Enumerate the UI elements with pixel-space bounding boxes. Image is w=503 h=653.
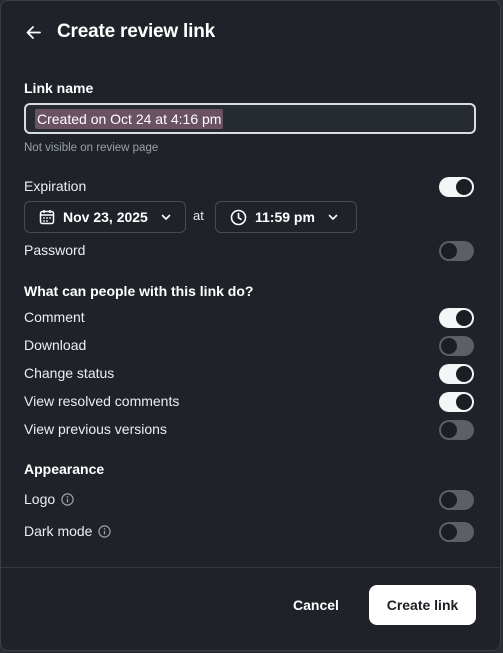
permission-change-status-toggle[interactable] [439,364,474,384]
permission-comment-label: Comment [24,309,85,325]
cancel-button[interactable]: Cancel [281,586,351,624]
permission-view-resolved-toggle[interactable] [439,392,474,412]
calendar-icon [39,210,55,225]
link-name-hint: Not visible on review page [24,142,159,154]
permission-view-previous-label: View previous versions [24,421,167,437]
footer-divider [1,567,500,568]
dialog-title: Create review link [57,21,215,42]
arrow-left-icon [26,25,41,39]
create-review-link-dialog: Create review link Link name Created on … [0,0,501,651]
info-icon[interactable] [98,524,112,538]
permission-change-status-label: Change status [24,365,115,381]
link-name-label: Link name [24,80,94,96]
expiration-date-select[interactable]: Nov 23, 2025 [24,201,186,233]
link-name-value: Created on Oct 24 at 4:16 pm [35,108,224,129]
clock-icon [230,209,247,225]
expiration-time-select[interactable]: 11:59 pm [215,201,357,233]
appearance-dark-mode-label: Dark mode [24,523,93,539]
appearance-logo-toggle[interactable] [439,490,474,510]
appearance-logo-label: Logo [24,491,56,507]
appearance-dark-mode-toggle[interactable] [439,522,474,542]
permissions-heading: What can people with this link do? [24,283,254,299]
permission-view-resolved-label: View resolved comments [24,393,180,409]
permission-download-label: Download [24,337,87,353]
permission-comment-toggle[interactable] [439,308,474,328]
expiration-toggle[interactable] [439,177,474,197]
info-icon[interactable] [61,492,74,506]
expiration-label: Expiration [24,178,87,194]
permission-view-previous-toggle[interactable] [439,420,474,440]
dialog-header: Create review link [23,18,215,46]
create-link-button[interactable]: Create link [369,585,476,625]
at-text: at [193,208,204,223]
password-label: Password [24,242,86,258]
appearance-heading: Appearance [24,461,105,477]
chevron-down-icon [161,214,171,220]
link-name-input[interactable]: Created on Oct 24 at 4:16 pm [24,103,476,134]
appearance-logo-row: Logo [24,491,74,507]
expiration-time-value: 11:59 pm [255,209,315,225]
expiration-date-value: Nov 23, 2025 [63,209,148,225]
appearance-dark-mode-row: Dark mode [24,523,112,539]
back-button[interactable] [23,22,43,42]
chevron-down-icon [328,214,338,220]
password-toggle[interactable] [439,241,474,261]
permission-download-toggle[interactable] [439,336,474,356]
